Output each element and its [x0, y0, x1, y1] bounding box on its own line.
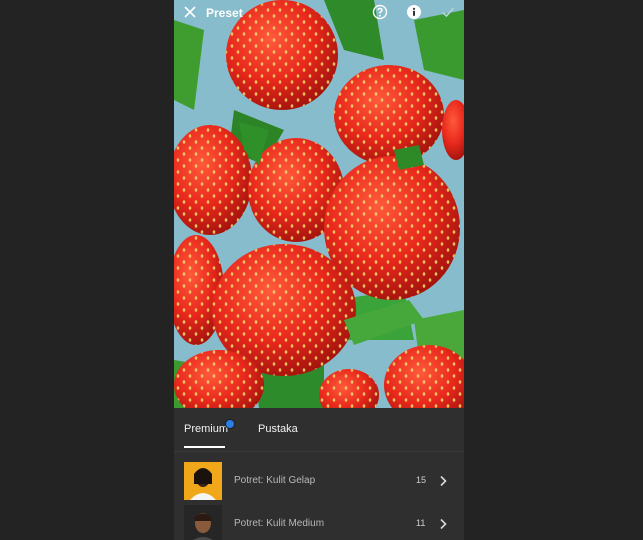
chevron-right-icon	[438, 517, 448, 530]
app-screen: Preset Premium Pustaka Potret: Kulit Gel…	[174, 0, 464, 540]
checkmark-icon[interactable]	[440, 4, 456, 20]
chevron-right-icon	[438, 474, 448, 487]
preset-panel: Premium Pustaka Potret: Kulit Gelap 15 P…	[174, 408, 464, 540]
preset-thumbnail	[184, 505, 222, 540]
preview-photo	[174, 0, 464, 408]
preset-count: 11	[416, 518, 426, 528]
preset-label: Potret: Kulit Gelap	[234, 475, 316, 486]
tab-pustaka[interactable]: Pustaka	[258, 423, 298, 435]
active-tab-indicator	[184, 446, 225, 448]
tab-premium[interactable]: Premium	[184, 423, 228, 435]
close-icon[interactable]	[182, 4, 198, 20]
info-circle-icon[interactable]	[406, 4, 422, 20]
preset-count: 15	[416, 475, 427, 485]
preset-thumbnail	[184, 462, 222, 500]
tab-bar: Premium Pustaka	[174, 408, 464, 452]
preset-label: Potret: Kulit Medium	[234, 518, 325, 529]
premium-star-badge	[225, 419, 235, 429]
page-title: Preset	[206, 6, 243, 20]
help-circle-icon[interactable]	[372, 4, 388, 20]
list-item-preset-dark-skin[interactable]: Potret: Kulit Gelap 15	[174, 460, 464, 500]
list-item-preset-medium-skin[interactable]: Potret: Kulit Medium 11	[174, 503, 464, 540]
top-bar: Preset	[174, 0, 464, 26]
